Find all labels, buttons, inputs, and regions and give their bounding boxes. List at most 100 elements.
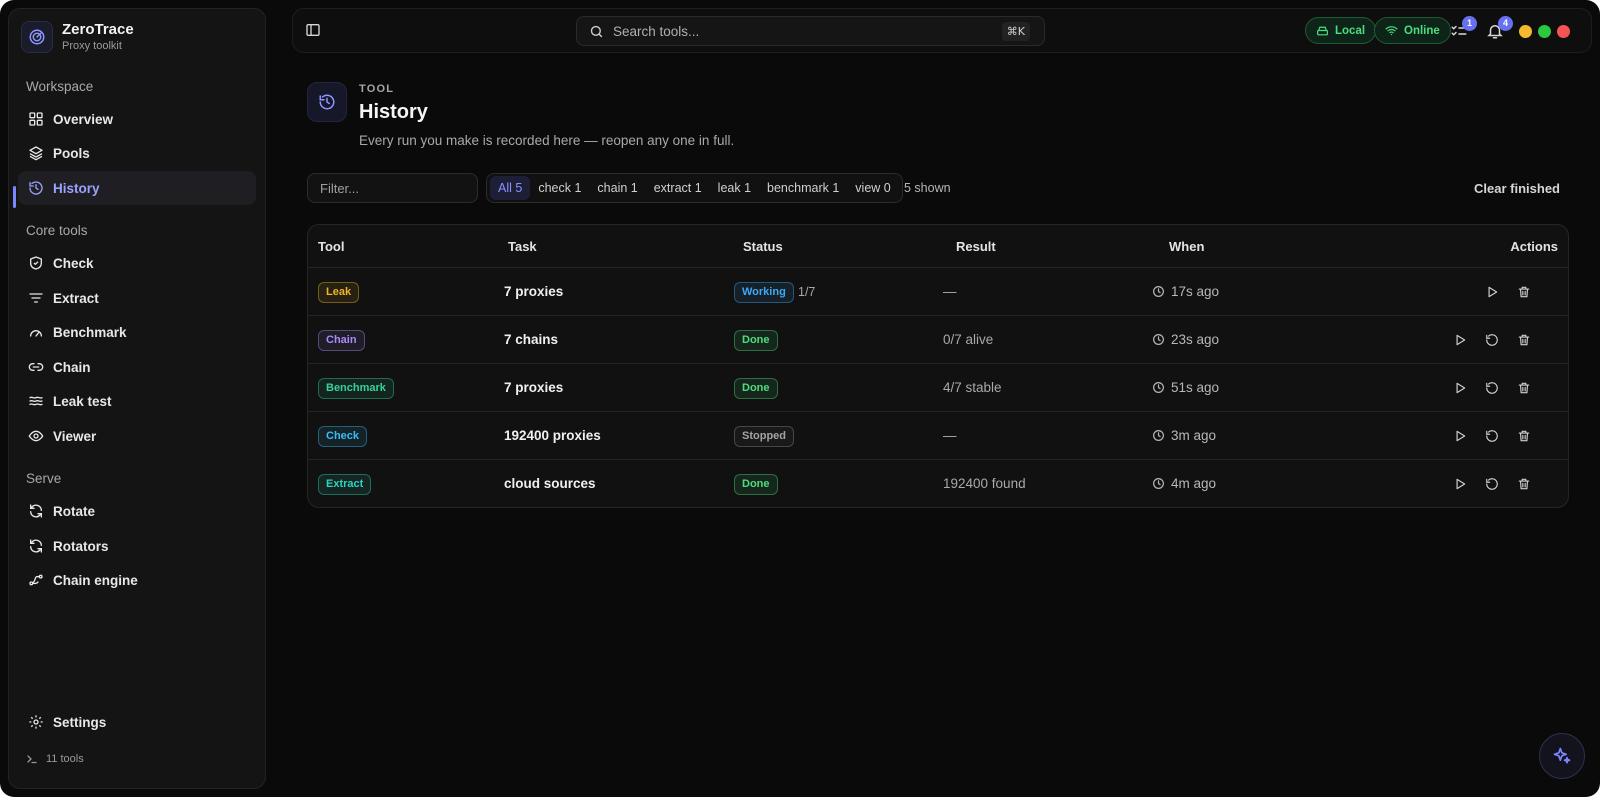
column-task: Task xyxy=(508,239,537,254)
sidebar-item-settings[interactable]: Settings xyxy=(18,705,256,739)
delete-button[interactable] xyxy=(1516,380,1532,396)
notifications-button[interactable]: 4 xyxy=(1485,16,1513,41)
rotate-ccw-icon xyxy=(1485,429,1499,443)
delete-button[interactable] xyxy=(1516,476,1532,492)
sidebar-item-label: Extract xyxy=(53,290,99,306)
chip-view[interactable]: view 0 xyxy=(847,176,898,200)
sidebar-item-leak-test[interactable]: Leak test xyxy=(18,384,256,418)
search-bar[interactable]: Search tools... ⌘K xyxy=(576,16,1045,46)
tools-count-label: 11 tools xyxy=(46,753,84,765)
run-button[interactable] xyxy=(1452,332,1468,348)
eye-icon xyxy=(27,428,44,445)
status-badge: Done xyxy=(734,378,778,399)
search-shortcut: ⌘K xyxy=(1001,22,1030,41)
trash-icon xyxy=(1517,381,1531,395)
sidebar-toggle-icon[interactable] xyxy=(305,22,323,40)
when-cell: 4m ago xyxy=(1152,476,1216,491)
history-icon xyxy=(307,82,347,122)
play-icon xyxy=(1453,381,1467,395)
page-description: Every run you make is recorded here — re… xyxy=(359,133,735,148)
status-badge: Done xyxy=(734,474,778,495)
online-status-pill[interactable]: Online xyxy=(1374,17,1451,44)
sidebar-item-label: Benchmark xyxy=(53,324,127,340)
chip-extract[interactable]: extract 1 xyxy=(646,176,710,200)
delete-button[interactable] xyxy=(1516,428,1532,444)
rerun-button[interactable] xyxy=(1484,332,1500,348)
chip-check[interactable]: check 1 xyxy=(530,176,589,200)
delete-button[interactable] xyxy=(1516,284,1532,300)
sidebar-item-rotators[interactable]: Rotators xyxy=(18,529,256,563)
topbar: Search tools... ⌘K Local Online 1 4 xyxy=(292,8,1592,53)
status-badge: Done xyxy=(734,330,778,351)
assistant-button[interactable] xyxy=(1539,733,1585,779)
chip-chain[interactable]: chain 1 xyxy=(589,176,645,200)
result-cell: 192400 found xyxy=(943,476,1026,491)
table-row[interactable]: Benchmark 7 proxies Done 4/7 stable 51s ago xyxy=(308,364,1568,412)
maximize-button[interactable] xyxy=(1538,25,1551,38)
result-cell: 4/7 stable xyxy=(943,380,1002,395)
close-button[interactable] xyxy=(1557,25,1570,38)
status-badge: Stopped xyxy=(734,426,794,447)
sidebar-item-extract[interactable]: Extract xyxy=(18,281,256,315)
table-row[interactable]: Chain 7 chains Done 0/7 alive 23s ago xyxy=(308,316,1568,364)
filter-input[interactable] xyxy=(307,173,478,203)
chip-benchmark[interactable]: benchmark 1 xyxy=(759,176,847,200)
table-row[interactable]: Check 192400 proxies Stopped — 3m ago xyxy=(308,412,1568,460)
when-text: 17s ago xyxy=(1171,284,1220,299)
when-cell: 51s ago xyxy=(1152,380,1219,395)
run-button[interactable] xyxy=(1452,428,1468,444)
sidebar-item-chain-engine[interactable]: Chain engine xyxy=(18,563,256,597)
sidebar-item-label: History xyxy=(53,180,100,196)
run-button[interactable] xyxy=(1484,284,1500,300)
app-name: ZeroTrace xyxy=(62,21,134,38)
clock-icon xyxy=(1152,477,1165,490)
rerun-button[interactable] xyxy=(1484,380,1500,396)
when-text: 3m ago xyxy=(1171,428,1217,443)
drive-icon xyxy=(1316,24,1329,37)
clock-icon xyxy=(1152,381,1165,394)
local-status-pill[interactable]: Local xyxy=(1305,17,1377,44)
table-row[interactable]: Extract cloud sources Done 192400 found 4m a… xyxy=(308,460,1568,507)
run-button[interactable] xyxy=(1452,476,1468,492)
rerun-button[interactable] xyxy=(1484,428,1500,444)
sidebar: ZeroTrace Proxy toolkit Workspace Overvi… xyxy=(8,8,266,789)
sidebar-item-overview[interactable]: Overview xyxy=(18,102,256,136)
sidebar-item-label: Check xyxy=(53,255,94,271)
sidebar-item-check[interactable]: Check xyxy=(18,246,256,280)
sidebar-item-label: Chain xyxy=(53,359,91,375)
clear-finished-button[interactable]: Clear finished xyxy=(1474,181,1560,196)
sidebar-item-viewer[interactable]: Viewer xyxy=(18,419,256,453)
app-window: ZeroTrace Proxy toolkit Workspace Overvi… xyxy=(0,0,1600,797)
task-cell: 7 chains xyxy=(504,332,559,347)
layers-icon xyxy=(27,145,44,162)
run-button[interactable] xyxy=(1452,380,1468,396)
shown-count: 5 shown xyxy=(904,181,951,195)
chip-all[interactable]: All 5 xyxy=(490,176,531,200)
sidebar-item-history[interactable]: History xyxy=(18,171,256,205)
tasks-button[interactable]: 1 xyxy=(1449,16,1477,41)
filter-lines-icon xyxy=(27,290,44,307)
rotate-ccw-icon xyxy=(1485,477,1499,491)
tasks-badge: 1 xyxy=(1462,16,1477,31)
play-icon xyxy=(1453,429,1467,443)
history-icon xyxy=(27,180,44,197)
column-when: When xyxy=(1169,239,1205,254)
brand[interactable]: ZeroTrace Proxy toolkit xyxy=(21,21,134,53)
logo-icon xyxy=(21,21,53,53)
delete-button[interactable] xyxy=(1516,332,1532,348)
minimize-button[interactable] xyxy=(1519,25,1532,38)
section-core-tools: Core tools xyxy=(26,223,88,238)
waves-icon xyxy=(27,393,44,410)
trash-icon xyxy=(1517,429,1531,443)
table-row[interactable]: Leak 7 proxies Working 1/7 — 17s ago xyxy=(308,268,1568,316)
active-indicator xyxy=(13,186,16,208)
sidebar-item-rotate[interactable]: Rotate xyxy=(18,494,256,528)
when-text: 23s ago xyxy=(1171,332,1220,347)
sidebar-item-benchmark[interactable]: Benchmark xyxy=(18,315,256,349)
sidebar-item-pools[interactable]: Pools xyxy=(18,136,256,170)
rotate-ccw-icon xyxy=(1485,381,1499,395)
chip-leak[interactable]: leak 1 xyxy=(710,176,759,200)
rerun-button[interactable] xyxy=(1484,476,1500,492)
refresh-icon xyxy=(27,538,44,555)
sidebar-item-chain[interactable]: Chain xyxy=(18,350,256,384)
